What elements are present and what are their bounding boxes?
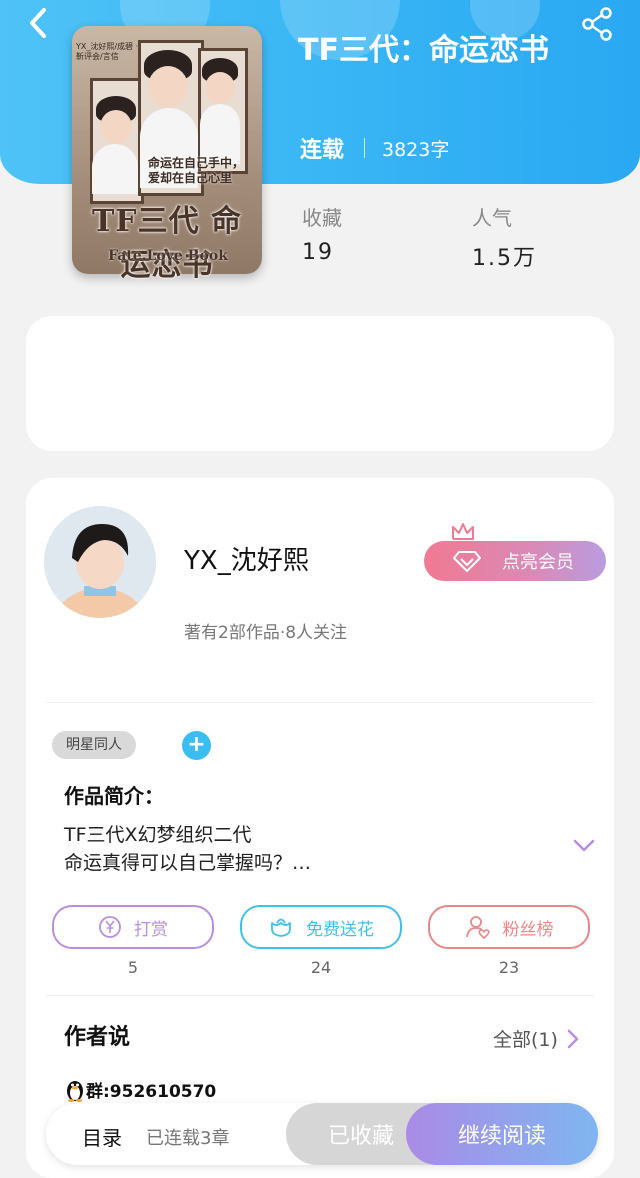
author-meta: 著有2部作品·8人关注 bbox=[184, 623, 348, 643]
chevron-left-icon bbox=[30, 8, 46, 38]
chapters-count: 已连载3章 bbox=[146, 1128, 230, 1149]
author-says-title: 作者说 bbox=[64, 1025, 131, 1050]
qq-group-text: 群:952610570 bbox=[86, 1082, 217, 1102]
vip-button[interactable]: 点亮会员 bbox=[424, 541, 606, 581]
qq-group-line: 群:952610570 bbox=[64, 1077, 216, 1102]
chevron-right-icon bbox=[567, 1029, 579, 1048]
cover-slogan-line: 命运在自己手中， bbox=[148, 156, 245, 170]
favorites-label: 收藏 bbox=[302, 206, 342, 230]
fans-label: 粉丝榜 bbox=[502, 919, 554, 940]
word-count: 3823字 bbox=[382, 139, 450, 161]
reward-button[interactable]: 打赏 bbox=[52, 905, 214, 949]
back-button[interactable] bbox=[22, 6, 56, 40]
fans-count: 23 bbox=[498, 958, 520, 977]
blank-card bbox=[26, 316, 614, 451]
intro-title: 作品简介： bbox=[64, 784, 164, 808]
chevron-down-icon[interactable] bbox=[572, 838, 596, 854]
penguin-icon bbox=[67, 1080, 83, 1102]
flower-count: 24 bbox=[310, 958, 332, 977]
status-badge: 连载 bbox=[300, 138, 345, 163]
favorited-label: 已收藏 bbox=[327, 1124, 394, 1149]
intro-line: TF三代X幻梦组织二代 bbox=[64, 824, 252, 846]
cover-slogan-line: 爱却在自己心里 bbox=[148, 171, 233, 185]
continue-reading-button[interactable]: 继续阅读 bbox=[406, 1103, 598, 1165]
avatar-image bbox=[44, 506, 156, 618]
author-says-all-link[interactable]: 全部(1) bbox=[493, 1025, 580, 1052]
cover-title: TF三代 命运恋书 bbox=[91, 204, 243, 283]
tag-chip[interactable]: 明星同人 bbox=[52, 731, 136, 759]
cover-figure bbox=[100, 110, 132, 144]
catalog-button[interactable]: 目录 bbox=[82, 1122, 122, 1151]
cover-credits: YX_沈好熙/成碧 · 靳评会/言信 bbox=[76, 42, 139, 61]
diamond-icon bbox=[453, 551, 481, 572]
continue-reading-label: 继续阅读 bbox=[457, 1124, 546, 1149]
cover-subtitle: Fate.Love Book bbox=[108, 248, 228, 264]
author-avatar[interactable] bbox=[44, 506, 156, 618]
popularity-value: 1.5万 bbox=[472, 246, 537, 271]
cover-slogan: 命运在自己手中， 爱却在自己心里 bbox=[148, 156, 244, 186]
cover-figure bbox=[148, 66, 188, 108]
fan-user-icon bbox=[465, 916, 490, 939]
reward-label: 打赏 bbox=[134, 919, 168, 940]
cover-figure bbox=[205, 72, 235, 104]
favorites-value: 19 bbox=[302, 240, 334, 265]
book-title: TF三代：命运恋书 bbox=[298, 33, 549, 68]
cover-figure bbox=[200, 104, 240, 164]
flower-button[interactable]: 免费送花 bbox=[240, 905, 402, 949]
intro-line: 命运真得可以自己掌握吗？… bbox=[64, 852, 312, 874]
all-label: 全部(1) bbox=[493, 1029, 558, 1051]
flower-icon bbox=[271, 918, 291, 937]
vip-label: 点亮会员 bbox=[502, 552, 574, 573]
author-name[interactable]: YX_沈好熙 bbox=[184, 540, 309, 577]
flower-label: 免费送花 bbox=[306, 919, 374, 940]
reward-count: 5 bbox=[127, 958, 139, 977]
fans-ranking-button[interactable]: 粉丝榜 bbox=[428, 905, 590, 949]
crown-icon bbox=[452, 523, 474, 540]
divider bbox=[46, 702, 594, 703]
popularity-label: 人气 bbox=[472, 206, 512, 230]
cover-figure bbox=[92, 144, 138, 194]
divider bbox=[46, 995, 594, 996]
add-tag-button[interactable]: + bbox=[182, 731, 211, 760]
status-divider bbox=[364, 138, 365, 158]
yen-coin-icon bbox=[99, 916, 121, 938]
